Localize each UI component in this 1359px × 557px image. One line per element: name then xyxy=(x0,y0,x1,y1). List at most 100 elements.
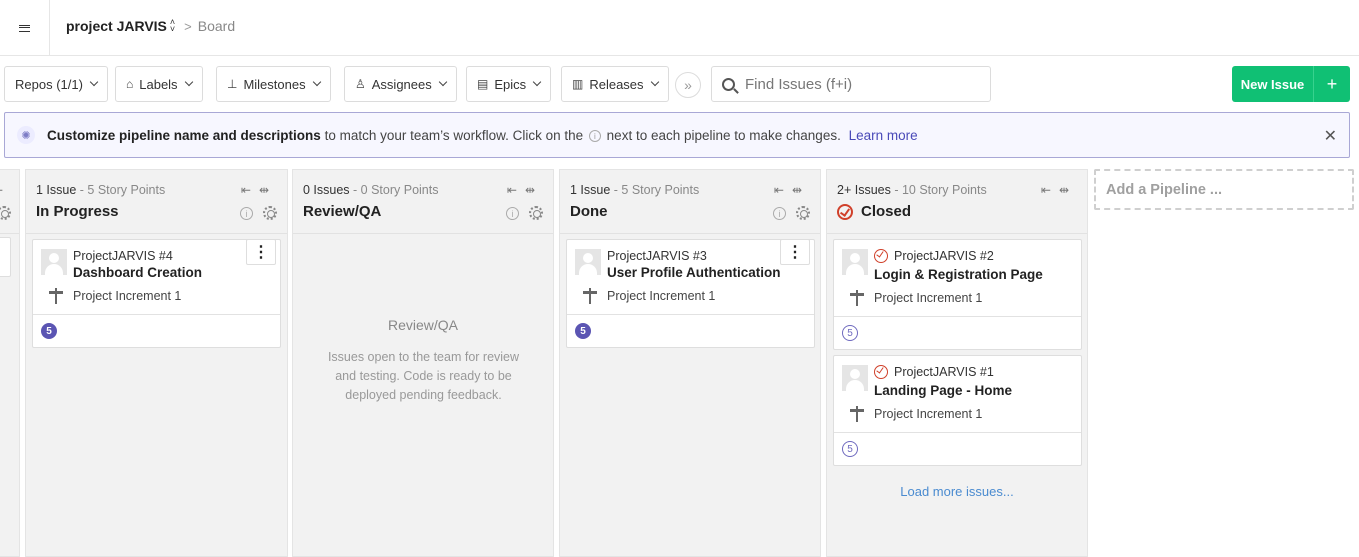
labels-filter-button[interactable]: ⌂ Labels xyxy=(115,66,203,102)
chevron-down-icon xyxy=(650,77,659,87)
collapse-expand-icons[interactable]: ⇤⇹ xyxy=(507,183,543,197)
board: ⇤ 1 Issue - 5 Story Points In Progress ⇤… xyxy=(0,169,1359,557)
customize-banner: ✺ Customize pipeline name and descriptio… xyxy=(4,112,1350,158)
epics-label: Epics xyxy=(494,76,527,92)
repos-filter-button[interactable]: Repos (1/1) xyxy=(4,66,108,102)
milestones-filter-button[interactable]: ⊥ Milestones xyxy=(216,66,331,102)
search-input[interactable] xyxy=(745,75,975,93)
chevron-down-icon xyxy=(312,77,321,87)
info-icon[interactable]: i xyxy=(240,206,253,220)
issue-title[interactable]: Landing Page - Home xyxy=(874,383,1012,398)
gear-icon[interactable] xyxy=(263,206,277,220)
assignees-label: Assignees xyxy=(371,76,432,92)
pipeline-done: 1 Issue - 5 Story Points Done ⇤⇹ i Proje… xyxy=(559,169,821,557)
pipeline-review-qa: 0 Issues - 0 Story Points Review/QA ⇤⇹ i… xyxy=(292,169,554,557)
info-icon[interactable]: i xyxy=(773,206,786,220)
issue-ref: ProjectJARVIS #3 xyxy=(607,249,707,263)
chevron-right-icon: > xyxy=(184,18,192,34)
gear-icon[interactable] xyxy=(0,206,11,220)
menu-icon[interactable] xyxy=(0,0,50,56)
tag-icon: ⌂ xyxy=(126,77,134,91)
issue-card[interactable]: ProjectJARVIS #4 Dashboard Creation Proj… xyxy=(32,239,281,348)
info-icon: i xyxy=(588,129,601,142)
story-points: - 0 Story Points xyxy=(349,183,439,197)
updown-caret-icon[interactable]: ˄ ˅ xyxy=(170,18,175,34)
breadcrumb-board: Board xyxy=(197,18,236,34)
new-issue-button-group: New Issue + xyxy=(1232,66,1350,102)
chevron-down-icon xyxy=(184,77,193,87)
issue-title[interactable]: User Profile Authentication xyxy=(607,265,781,280)
banner-text-2: next to each pipeline to make changes. xyxy=(602,127,845,143)
repos-label: Repos (1/1) xyxy=(15,76,83,92)
empty-state-title: Review/QA xyxy=(387,317,459,333)
collapse-expand-icons[interactable]: ⇤⇹ xyxy=(241,183,277,197)
gear-icon[interactable] xyxy=(796,206,810,220)
issue-ref: ProjectJARVIS #2 xyxy=(894,249,994,263)
story-points: - 5 Story Points xyxy=(610,183,700,197)
story-points: - 10 Story Points xyxy=(890,183,987,197)
pipeline-partial: ⇤ xyxy=(0,169,20,557)
closed-icon xyxy=(874,365,888,379)
banner-bold-text: Customize pipeline name and descriptions xyxy=(47,127,321,143)
project-switcher[interactable]: project JARVIS xyxy=(66,18,167,34)
estimate-badge: 5 xyxy=(41,323,57,339)
assignees-filter-button[interactable]: ♙ Assignees xyxy=(344,66,457,102)
gear-icon[interactable] xyxy=(529,206,543,220)
chevron-down-icon xyxy=(532,77,542,87)
pipeline-header: 1 Issue - 5 Story Points In Progress ⇤⇹ … xyxy=(26,170,287,234)
releases-filter-button[interactable]: ▥ Releases xyxy=(561,66,669,102)
toolbar: Repos (1/1) ⌂ Labels ⊥ Milestones ♙ Assi… xyxy=(0,66,1359,104)
search-box xyxy=(711,66,991,102)
kebab-menu-icon[interactable]: ⋮ xyxy=(246,239,276,265)
pipeline-header: 1 Issue - 5 Story Points Done ⇤⇹ i xyxy=(560,170,820,234)
milestone-icon xyxy=(583,288,597,304)
issue-count: 0 Issues xyxy=(303,183,350,197)
learn-more-link[interactable]: Learn more xyxy=(849,128,918,143)
lightbulb-icon: ✺ xyxy=(17,126,35,144)
issue-card[interactable]: ProjectJARVIS #3 User Profile Authentica… xyxy=(566,239,815,348)
collapse-expand-icons[interactable]: ⇤⇹ xyxy=(1041,183,1077,197)
info-icon[interactable]: i xyxy=(506,206,519,220)
avatar xyxy=(842,249,868,275)
collapse-icon[interactable]: ⇤ xyxy=(0,183,11,197)
milestone-icon xyxy=(49,288,63,304)
empty-state-description: Issues open to the team for review and t… xyxy=(327,350,520,402)
collapse-expand-icons[interactable]: ⇤⇹ xyxy=(774,183,810,197)
epic-icon: ▤ xyxy=(477,77,489,91)
releases-label: Releases xyxy=(589,76,644,92)
chevron-down-icon xyxy=(89,77,99,87)
avatar xyxy=(842,365,868,391)
issue-card[interactable]: ProjectJARVIS #2 Login & Registration Pa… xyxy=(833,239,1082,350)
milestone-icon xyxy=(850,290,864,306)
milestone-name: Project Increment 1 xyxy=(73,289,182,303)
more-filters-button[interactable]: » xyxy=(675,72,701,98)
pipeline-header: 2+ Issues - 10 Story Points Closed ⇤⇹ xyxy=(827,170,1087,234)
release-icon: ▥ xyxy=(572,77,584,91)
story-points: - 5 Story Points xyxy=(76,183,166,197)
issue-title[interactable]: Dashboard Creation xyxy=(73,265,202,280)
new-issue-button[interactable]: New Issue xyxy=(1232,66,1314,102)
epics-filter-button[interactable]: ▤ Epics xyxy=(466,66,552,102)
person-icon: ♙ xyxy=(355,77,366,91)
milestones-label: Milestones xyxy=(243,76,306,92)
closed-icon xyxy=(837,203,853,220)
issue-title[interactable]: Login & Registration Page xyxy=(874,267,1043,282)
card-partial[interactable] xyxy=(0,237,11,277)
issue-count: 2+ Issues xyxy=(837,183,891,197)
add-pipeline-button[interactable]: Add a Pipeline ... xyxy=(1094,169,1354,210)
milestone-name: Project Increment 1 xyxy=(874,291,983,305)
top-bar: project JARVIS ˄ ˅ > Board xyxy=(0,0,1359,56)
close-icon[interactable]: ✕ xyxy=(1324,126,1337,146)
chevron-down-icon xyxy=(438,77,447,87)
milestone-name: Project Increment 1 xyxy=(607,289,716,303)
load-more-link[interactable]: Load more issues... xyxy=(827,484,1087,499)
issue-card[interactable]: ProjectJARVIS #1 Landing Page - Home Pro… xyxy=(833,355,1082,466)
closed-icon xyxy=(874,249,888,263)
pipeline-closed: 2+ Issues - 10 Story Points Closed ⇤⇹ Pr… xyxy=(826,169,1088,557)
issue-ref: ProjectJARVIS #1 xyxy=(894,365,994,379)
kebab-menu-icon[interactable]: ⋮ xyxy=(780,239,810,265)
milestone-icon: ⊥ xyxy=(227,77,238,91)
avatar xyxy=(41,249,67,275)
avatar xyxy=(575,249,601,275)
plus-icon[interactable]: + xyxy=(1314,66,1350,102)
